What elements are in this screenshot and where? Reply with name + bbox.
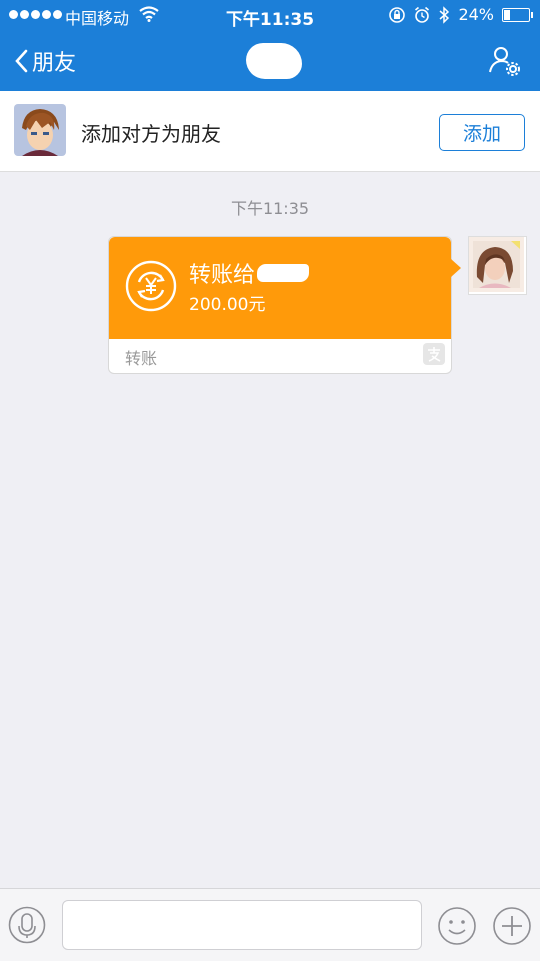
alipay-icon bbox=[423, 343, 445, 365]
add-friend-button[interactable]: 添加 bbox=[439, 114, 525, 151]
message-timestamp: 下午11:35 bbox=[230, 199, 310, 218]
battery-percent: 24% bbox=[458, 5, 494, 24]
back-button[interactable]: 朋友 bbox=[14, 44, 76, 78]
recipient-name-redacted bbox=[257, 264, 310, 282]
transfer-message[interactable]: 转账给 200.00元 转账 bbox=[108, 236, 461, 374]
bubble-tail bbox=[451, 259, 461, 277]
transfer-footer-label: 转账 bbox=[125, 349, 158, 368]
bluetooth-icon bbox=[439, 5, 450, 24]
rotation-lock-icon bbox=[389, 6, 406, 23]
back-chevron-icon bbox=[15, 49, 28, 73]
status-icons: 24% bbox=[388, 5, 533, 24]
mic-icon[interactable] bbox=[8, 906, 46, 944]
status-bar: 中国移动 下午11:35 24% bbox=[0, 0, 540, 30]
back-label: 朋友 bbox=[32, 51, 77, 76]
plus-icon[interactable] bbox=[492, 906, 532, 946]
battery-icon bbox=[502, 7, 533, 22]
profile-settings-icon[interactable] bbox=[488, 45, 520, 77]
transfer-amount: 200.00元 bbox=[189, 295, 266, 315]
top-bar: 中国移动 下午11:35 24% 朋友 bbox=[0, 0, 540, 91]
input-bar bbox=[0, 888, 540, 961]
transfer-title: 转账给 bbox=[189, 257, 310, 289]
add-friend-bar: 添加对方为朋友 添加 bbox=[0, 91, 540, 172]
transfer-yuan-icon bbox=[125, 260, 177, 312]
message-input[interactable] bbox=[62, 900, 422, 950]
transfer-title-text: 转账给 bbox=[189, 263, 256, 288]
add-friend-prompt: 添加对方为朋友 bbox=[81, 122, 221, 146]
alarm-icon bbox=[415, 6, 430, 23]
chat-title-redacted bbox=[246, 43, 302, 79]
self-avatar[interactable] bbox=[468, 236, 527, 295]
emoji-icon[interactable] bbox=[437, 906, 477, 946]
contact-avatar[interactable] bbox=[14, 104, 66, 156]
